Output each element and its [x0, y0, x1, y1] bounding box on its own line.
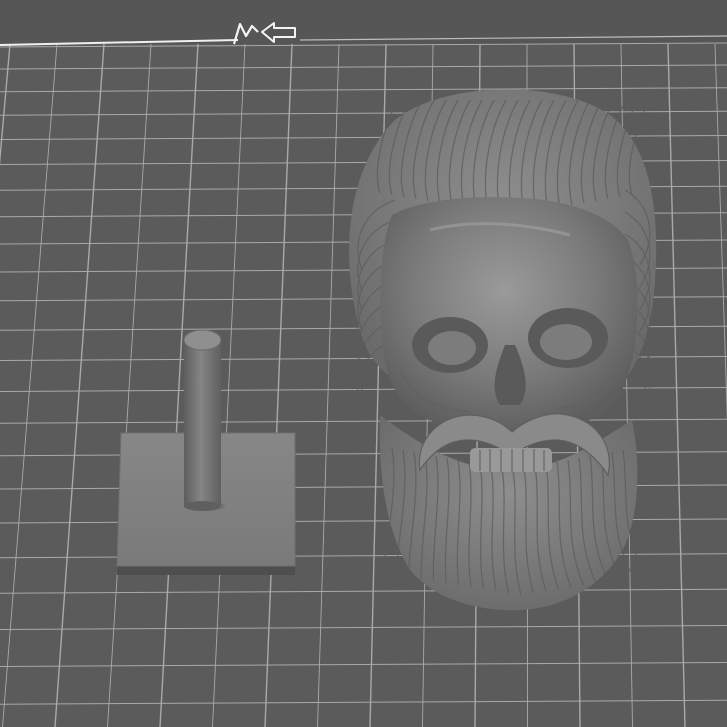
- stand-peg-bottom: [184, 501, 221, 511]
- bed-edge-line: [0, 39, 239, 46]
- arrow-left-outline-icon[interactable]: [261, 22, 296, 43]
- grid-line-horizontal: [0, 64, 727, 70]
- skull-teeth: [470, 448, 552, 472]
- support-stand[interactable]: [116, 329, 296, 575]
- bearded-skull-bust[interactable]: [349, 89, 657, 611]
- grid-line-vertical: [2, 43, 58, 727]
- grid-line-horizontal: [0, 87, 727, 93]
- grid-line-vertical: [0, 43, 11, 166]
- grid-line-vertical: [714, 43, 727, 422]
- grid-line-vertical: [264, 43, 293, 727]
- grid-line-horizontal: [0, 110, 727, 116]
- grid-line-vertical: [107, 43, 152, 727]
- grid-line-horizontal: [0, 588, 727, 594]
- 3d-viewport[interactable]: [0, 0, 727, 727]
- grid-line-vertical: [317, 43, 340, 727]
- bed-edge-line-right: [299, 35, 727, 41]
- stand-peg-top: [183, 329, 222, 351]
- grid-line-horizontal: [0, 662, 727, 667]
- grid-line-vertical: [54, 43, 105, 727]
- stand-peg: [184, 340, 221, 506]
- skull-eye-right-inner: [540, 324, 592, 360]
- grid-line-horizontal: [0, 625, 727, 630]
- grid-line-horizontal: [0, 418, 727, 424]
- grid-line-vertical: [667, 43, 686, 727]
- skull-eye-left-inner: [428, 331, 476, 365]
- build-plate-scene[interactable]: [0, 0, 727, 727]
